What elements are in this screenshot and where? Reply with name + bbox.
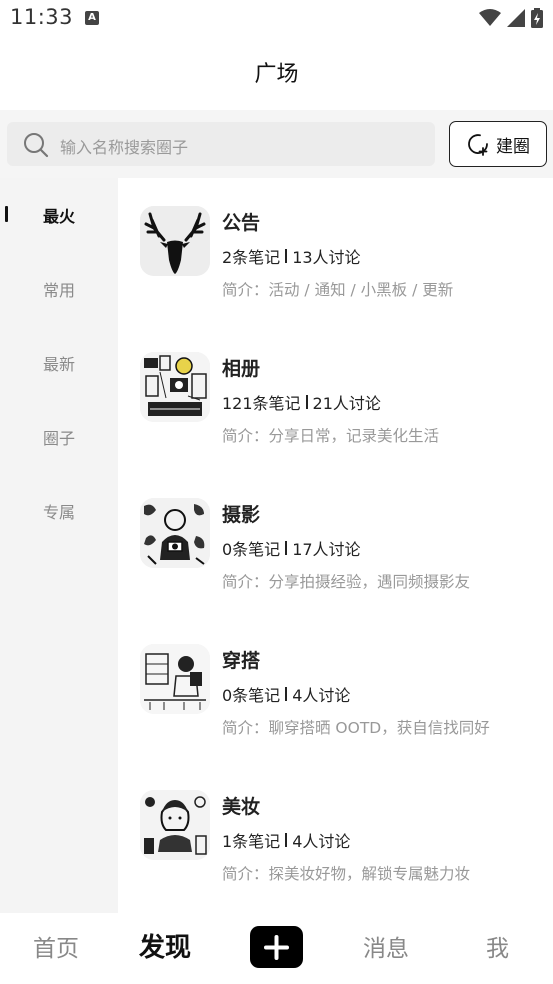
circle-stats: 0条笔记 4人讨论 bbox=[222, 682, 350, 706]
discussion-count: 13人讨论 bbox=[292, 248, 361, 267]
sidebar-item-exclusive[interactable]: 专属 bbox=[0, 490, 118, 530]
stats-divider bbox=[285, 687, 288, 701]
sidebar-item-label: 圈子 bbox=[42, 429, 75, 448]
circle-stats: 0条笔记 17人讨论 bbox=[222, 536, 361, 560]
stats-divider bbox=[285, 249, 288, 263]
search-placeholder: 输入名称搜索圈子 bbox=[60, 138, 189, 157]
circle-name: 穿搭 bbox=[222, 650, 261, 672]
discussion-count: 4人讨论 bbox=[292, 832, 351, 851]
status-icons bbox=[479, 8, 543, 28]
circle-stats: 1条笔记 4人讨论 bbox=[222, 828, 350, 852]
search-icon bbox=[24, 133, 49, 158]
nav-me[interactable]: 我 bbox=[486, 929, 509, 963]
circle-description: 简介：探美妆好物，解锁专属魅力妆 bbox=[222, 865, 471, 883]
circle-name: 摄影 bbox=[222, 504, 261, 526]
battery-charging-icon bbox=[531, 8, 543, 28]
search-row: 输入名称搜索圈子 建圈 bbox=[0, 110, 553, 178]
status-bar: 11:33 A bbox=[0, 0, 553, 36]
add-circle-icon bbox=[468, 134, 488, 156]
circle-description: 简介：活动 / 通知 / 小黑板 / 更新 bbox=[222, 281, 454, 299]
search-input[interactable]: 输入名称搜索圈子 bbox=[7, 122, 435, 166]
status-time: 11:33 bbox=[10, 5, 74, 29]
nav-discover[interactable]: 发现 bbox=[139, 927, 191, 964]
post-button[interactable] bbox=[250, 926, 303, 968]
bottom-navigation: 首页 发现 消息 我 bbox=[0, 913, 553, 984]
circle-description: 简介：分享拍摄经验，遇同频摄影友 bbox=[222, 573, 471, 591]
circle-item-announcement[interactable]: 公告 2条笔记 13人讨论 简介：活动 / 通知 / 小黑板 / 更新 bbox=[118, 178, 553, 299]
notes-count: 121条笔记 bbox=[222, 394, 301, 413]
create-circle-label: 建圈 bbox=[496, 136, 530, 157]
sketch-illustration-icon bbox=[140, 644, 210, 714]
sidebar-item-label: 最新 bbox=[42, 355, 75, 374]
discussion-count: 21人讨论 bbox=[312, 394, 381, 413]
circle-stats: 2条笔记 13人讨论 bbox=[222, 244, 361, 268]
category-sidebar: 最火 常用 最新 圈子 专属 bbox=[0, 178, 118, 913]
sketch-illustration-icon bbox=[140, 498, 210, 568]
circle-description: 简介：分享日常，记录美化生活 bbox=[222, 427, 440, 445]
page-title: 广场 bbox=[254, 62, 299, 87]
sidebar-item-frequent[interactable]: 常用 bbox=[0, 268, 118, 308]
sketch-illustration-icon bbox=[140, 790, 210, 860]
circle-item-beauty[interactable]: 美妆 1条笔记 4人讨论 简介：探美妆好物，解锁专属魅力妆 bbox=[118, 762, 553, 883]
sidebar-item-newest[interactable]: 最新 bbox=[0, 342, 118, 382]
stats-divider bbox=[285, 541, 288, 555]
discussion-count: 17人讨论 bbox=[292, 540, 361, 559]
notification-app-icon: A bbox=[85, 11, 99, 25]
nav-messages[interactable]: 消息 bbox=[363, 929, 409, 963]
notes-count: 1条笔记 bbox=[222, 832, 281, 851]
circle-stats: 121条笔记 21人讨论 bbox=[222, 390, 381, 414]
discussion-count: 4人讨论 bbox=[292, 686, 351, 705]
notes-count: 0条笔记 bbox=[222, 540, 281, 559]
circle-name: 美妆 bbox=[222, 796, 261, 818]
create-circle-button[interactable]: 建圈 bbox=[449, 121, 547, 167]
cellular-signal-icon bbox=[507, 9, 525, 27]
nav-home[interactable]: 首页 bbox=[33, 929, 79, 963]
plus-icon bbox=[264, 935, 289, 960]
notes-count: 0条笔记 bbox=[222, 686, 281, 705]
sidebar-item-label: 专属 bbox=[42, 503, 75, 522]
circle-list: 公告 2条笔记 13人讨论 简介：活动 / 通知 / 小黑板 / 更新 相册 1… bbox=[118, 178, 553, 913]
sidebar-item-label: 最火 bbox=[42, 207, 75, 226]
circle-item-outfits[interactable]: 穿搭 0条笔记 4人讨论 简介：聊穿搭晒 OOTD，获自信找同好 bbox=[118, 616, 553, 737]
circle-name: 相册 bbox=[222, 358, 261, 380]
deer-logo-icon bbox=[140, 206, 210, 276]
sidebar-item-circles[interactable]: 圈子 bbox=[0, 416, 118, 456]
stats-divider bbox=[285, 833, 288, 847]
circle-description: 简介：聊穿搭晒 OOTD，获自信找同好 bbox=[222, 719, 490, 737]
circle-item-photography[interactable]: 摄影 0条笔记 17人讨论 简介：分享拍摄经验，遇同频摄影友 bbox=[118, 470, 553, 591]
sidebar-item-label: 常用 bbox=[42, 281, 75, 300]
notes-count: 2条笔记 bbox=[222, 248, 281, 267]
sidebar-item-hottest[interactable]: 最火 bbox=[0, 194, 118, 234]
wifi-icon bbox=[479, 9, 501, 26]
stats-divider bbox=[305, 395, 308, 409]
circle-name: 公告 bbox=[222, 212, 261, 234]
sketch-illustration-icon bbox=[140, 352, 210, 422]
circle-item-album[interactable]: 相册 121条笔记 21人讨论 简介：分享日常，记录美化生活 bbox=[118, 324, 553, 445]
